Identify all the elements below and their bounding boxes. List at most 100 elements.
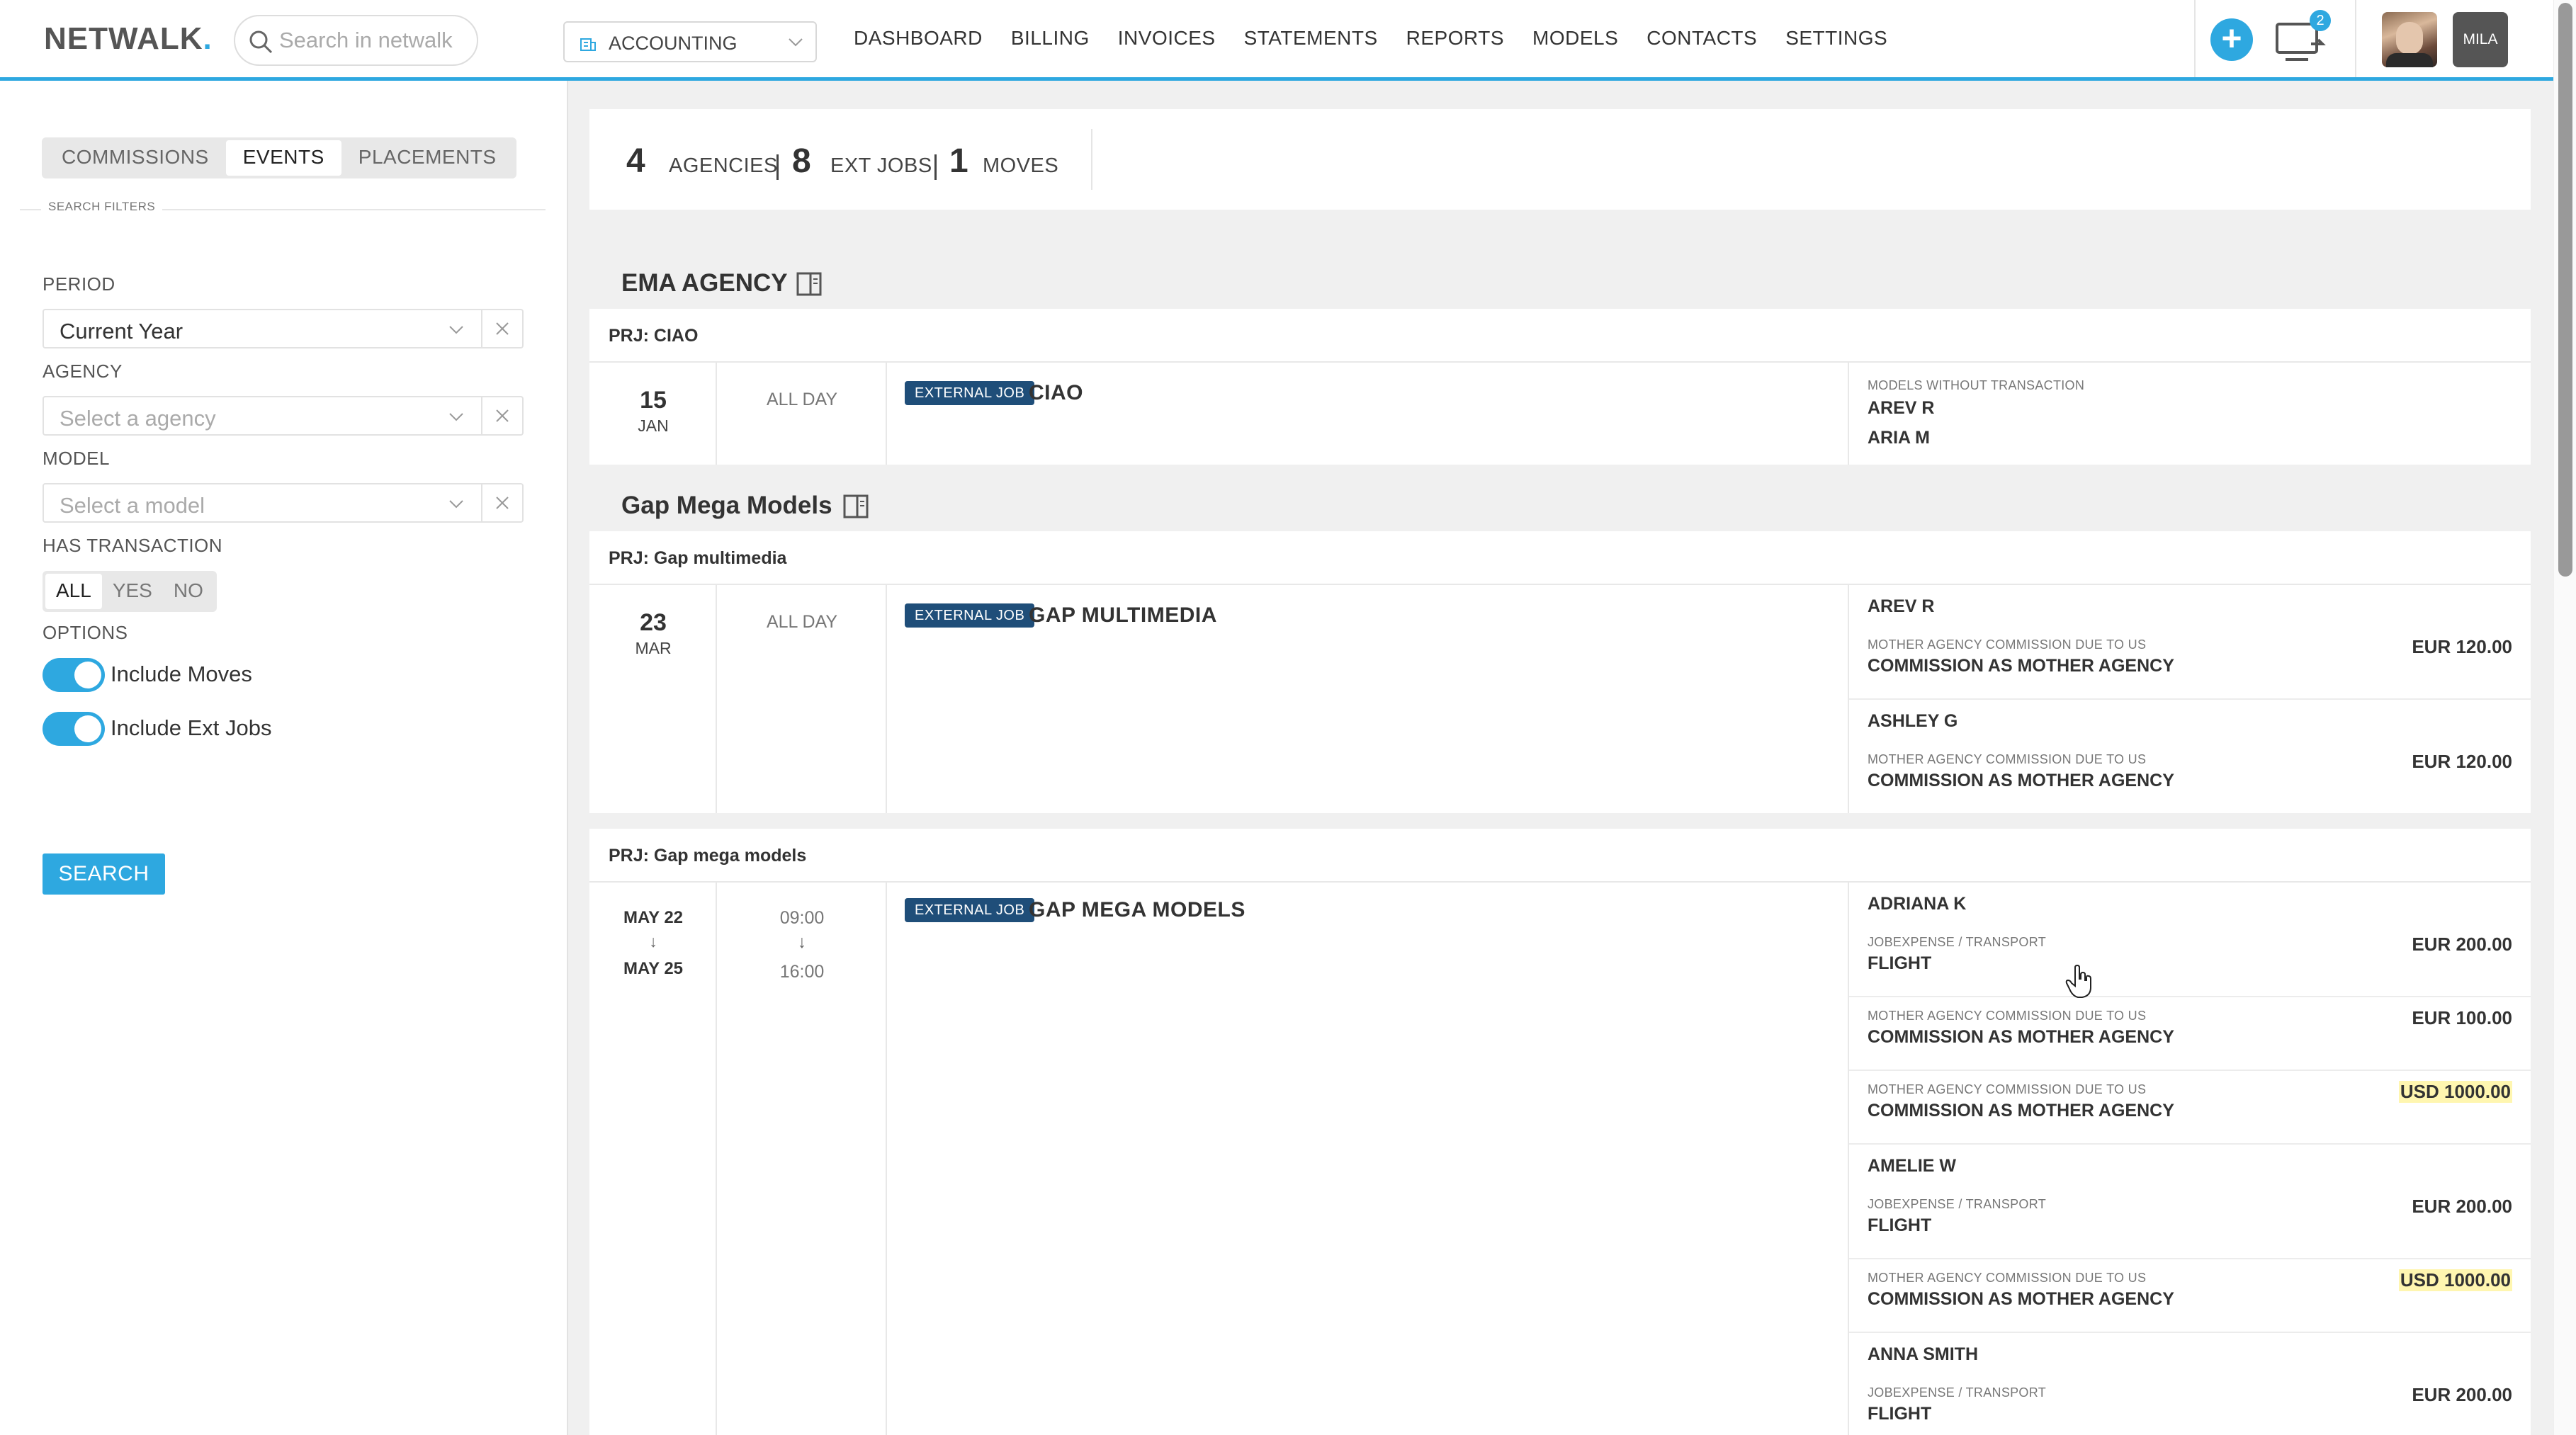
nav-settings[interactable]: SETTINGS (1785, 27, 1887, 50)
transaction-title: COMMISSION AS MOTHER AGENCY (1868, 1027, 2174, 1047)
model-name[interactable]: ASHLEY G (1868, 711, 1958, 732)
model-name[interactable]: ANNA SMITH (1868, 1344, 1978, 1365)
arrow-down-icon: ↓ (797, 932, 807, 952)
event-job-cell: EXTERNAL JOB CIAO (887, 363, 1849, 465)
transaction-amount: EUR 200.00 (2412, 1196, 2512, 1217)
notification-badge: 2 (2310, 10, 2331, 31)
model-name[interactable]: ADRIANA K (1868, 894, 1966, 914)
nav-contacts[interactable]: CONTACTS (1646, 27, 1757, 50)
models-without-transaction-label: MODELS WITHOUT TRANSACTION (1868, 378, 2085, 392)
chevron-down-icon (449, 326, 463, 334)
select-divider (481, 310, 482, 347)
transaction-amount: EUR 200.00 (2412, 934, 2512, 955)
has-transaction-no[interactable]: NO (163, 574, 214, 609)
event-date-cell: 15 JAN (589, 363, 717, 465)
transaction-amount: EUR 120.00 (2412, 751, 2512, 772)
agency-select[interactable]: Select a agency (43, 396, 524, 436)
has-transaction-all[interactable]: ALL (45, 574, 102, 609)
search-button[interactable]: SEARCH (43, 853, 165, 895)
transaction-type: MOTHER AGENCY COMMISSION DUE TO US (1868, 752, 2147, 766)
avatar-face (2396, 22, 2423, 55)
vertical-scrollbar[interactable] (2553, 0, 2576, 1435)
include-moves-toggle[interactable] (43, 658, 105, 692)
event-time-cell: 09:00 ↓ 16:00 (717, 883, 887, 1435)
add-button[interactable]: + (2210, 18, 2253, 61)
period-select[interactable]: Current Year (43, 309, 524, 348)
nav-statements[interactable]: STATEMENTS (1244, 27, 1378, 50)
event-job-cell: EXTERNAL JOB GAP MULTIMEDIA (887, 585, 1849, 813)
event-date-cell: MAY 22 ↓ MAY 25 (589, 883, 717, 1435)
clear-agency-icon[interactable] (492, 406, 512, 426)
event-month: MAR (635, 639, 672, 657)
event-transactions-cell: ADRIANA K JOBEXPENSE / TRANSPORT FLIGHT … (1849, 883, 2531, 1435)
filters-sidebar: COMMISSIONS EVENTS PLACEMENTS SEARCH FIL… (0, 81, 567, 1435)
logo-text: NETWALK (44, 21, 203, 56)
nav-invoices[interactable]: INVOICES (1118, 27, 1216, 50)
global-search[interactable] (234, 15, 478, 66)
row-divider (1849, 996, 2531, 997)
job-type-tag: EXTERNAL JOB (905, 381, 1035, 405)
user-avatar[interactable] (2382, 12, 2437, 67)
include-ext-jobs-toggle[interactable] (43, 712, 105, 746)
tab-commissions[interactable]: COMMISSIONS (45, 140, 226, 176)
period-value: Current Year (60, 319, 183, 344)
model-select[interactable]: Select a model (43, 483, 524, 523)
gap-multimedia-transaction-lines: AREV R MOTHER AGENCY COMMISSION DUE TO U… (1849, 585, 2531, 813)
department-select[interactable]: ACCOUNTING (563, 21, 817, 62)
event-row[interactable]: 15 JAN ALL DAY EXTERNAL JOB CIAO MODELS … (589, 363, 2531, 465)
job-name[interactable]: CIAO (1029, 381, 1083, 405)
clear-model-icon[interactable] (492, 493, 512, 513)
events-main: 4 AGENCIES 8 EXT JOBS 1 MOVES EMA AGENCY… (567, 81, 2553, 1435)
app-root: NETWALK. ACCOUNTING DASHBOARD BILLING IN… (0, 0, 2576, 1435)
summary-separator (934, 154, 937, 180)
job-name[interactable]: GAP MULTIMEDIA (1029, 603, 1217, 628)
agency-details-icon[interactable] (796, 272, 822, 296)
tab-placements[interactable]: PLACEMENTS (341, 140, 514, 176)
select-divider (481, 484, 482, 521)
nav-dashboard[interactable]: DASHBOARD (854, 27, 983, 50)
options-label: OPTIONS (43, 622, 128, 643)
project-name: PRJ: Gap multimedia (609, 548, 787, 568)
top-bar: NETWALK. ACCOUNTING DASHBOARD BILLING IN… (0, 0, 2553, 81)
moves-count: 1 (949, 142, 968, 180)
transaction-title: COMMISSION AS MOTHER AGENCY (1868, 1101, 2174, 1121)
model-name[interactable]: AREV R (1868, 398, 1934, 419)
transaction-title: FLIGHT (1868, 953, 1932, 973)
arrow-down-icon: ↓ (649, 932, 657, 951)
model-name[interactable]: AREV R (1868, 596, 1934, 617)
nav-models[interactable]: MODELS (1532, 27, 1618, 50)
agency-details-icon[interactable] (843, 494, 869, 518)
agency-label: AGENCY (43, 361, 123, 382)
period-label: PERIOD (43, 273, 115, 295)
notifications-button[interactable]: 2 (2274, 10, 2331, 65)
clear-period-icon[interactable] (492, 319, 512, 339)
logo[interactable]: NETWALK. (44, 21, 213, 57)
transaction-amount-highlighted: USD 1000.00 (2398, 1081, 2512, 1103)
search-input[interactable] (279, 26, 470, 55)
job-name[interactable]: GAP MEGA MODELS (1029, 898, 1245, 922)
ext-jobs-count: 8 (792, 142, 811, 180)
event-date-start: MAY 22 (623, 908, 684, 927)
include-ext-jobs-label: Include Ext Jobs (111, 715, 272, 740)
user-initials-button[interactable]: MILA (2453, 12, 2508, 67)
hand-cursor-icon (2065, 965, 2091, 998)
scrollbar-thumb[interactable] (2558, 3, 2572, 577)
has-transaction-yes[interactable]: YES (102, 574, 163, 609)
project-name: PRJ: Gap mega models (609, 846, 807, 866)
event-date-end: MAY 25 (623, 959, 684, 978)
transaction-title: COMMISSION AS MOTHER AGENCY (1868, 771, 2174, 790)
model-name[interactable]: AMELIE W (1868, 1156, 1956, 1176)
has-transaction-label: HAS TRANSACTION (43, 535, 223, 556)
event-time-start: 09:00 (779, 908, 825, 928)
model-name[interactable]: ARIA M (1868, 428, 1930, 448)
agencies-label: AGENCIES (669, 154, 778, 177)
event-day: 15 (640, 387, 667, 414)
search-filters-label: SEARCH FILTERS (41, 200, 163, 214)
tab-events[interactable]: EVENTS (225, 140, 341, 176)
transaction-type: MOTHER AGENCY COMMISSION DUE TO US (1868, 1271, 2147, 1285)
transaction-title: COMMISSION AS MOTHER AGENCY (1868, 656, 2174, 676)
transaction-type: MOTHER AGENCY COMMISSION DUE TO US (1868, 1009, 2147, 1023)
nav-reports[interactable]: REPORTS (1406, 27, 1504, 50)
nav-billing[interactable]: BILLING (1011, 27, 1090, 50)
event-row[interactable]: MAY 22 ↓ MAY 25 09:00 ↓ 16:00 EXTERNAL J… (589, 883, 2531, 1435)
